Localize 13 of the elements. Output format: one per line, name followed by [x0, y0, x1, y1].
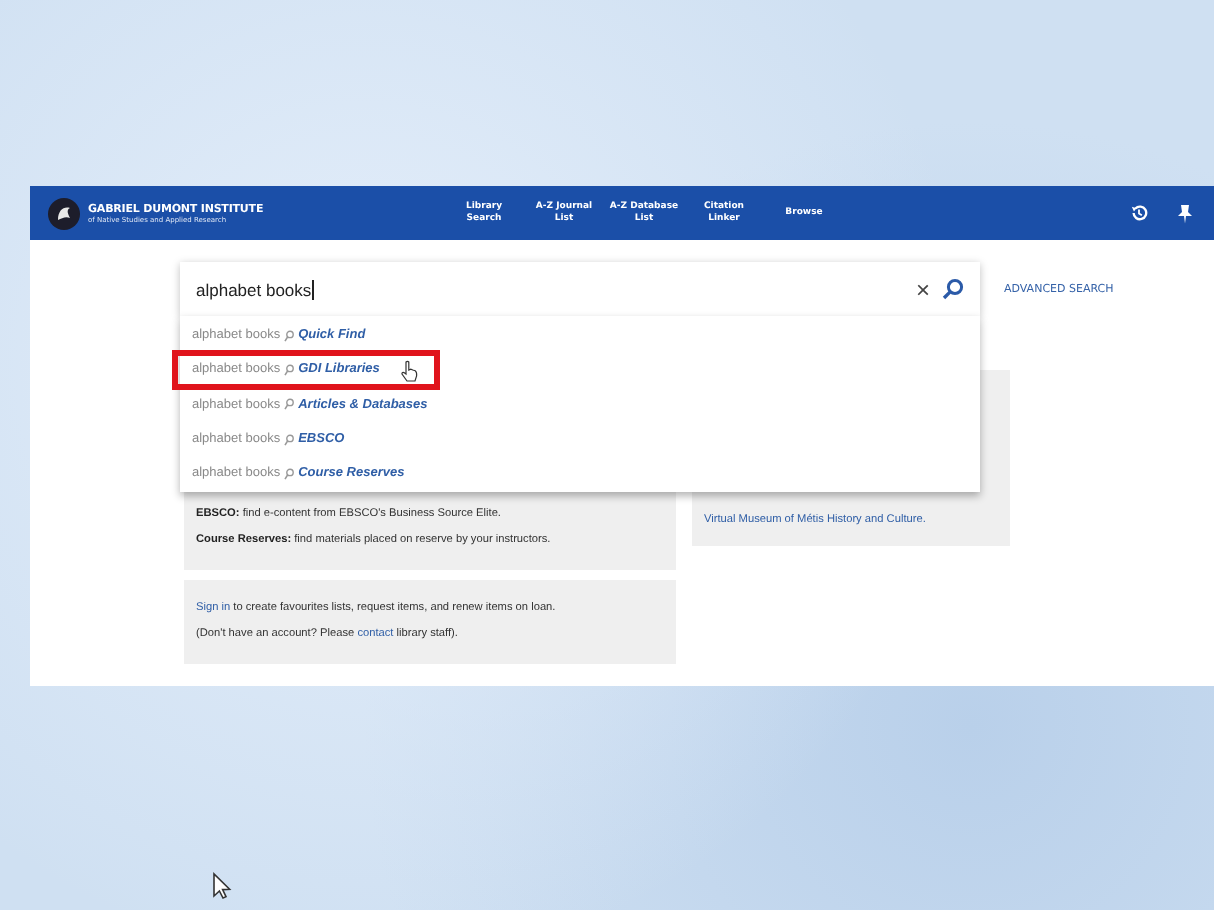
search-icon	[284, 433, 295, 446]
search-icon[interactable]	[942, 278, 964, 300]
hand-cursor-icon	[400, 360, 418, 383]
search-icon	[284, 363, 295, 376]
search-field[interactable]: alphabet books ×	[180, 262, 980, 316]
logo-icon	[48, 197, 80, 229]
clear-button[interactable]: ×	[915, 277, 930, 301]
pin-icon[interactable]	[1176, 203, 1194, 223]
search-icon	[284, 467, 295, 480]
search-icon	[284, 329, 295, 342]
search-icon	[284, 398, 295, 411]
history-icon[interactable]	[1130, 204, 1148, 222]
mouse-pointer-icon	[212, 872, 232, 900]
